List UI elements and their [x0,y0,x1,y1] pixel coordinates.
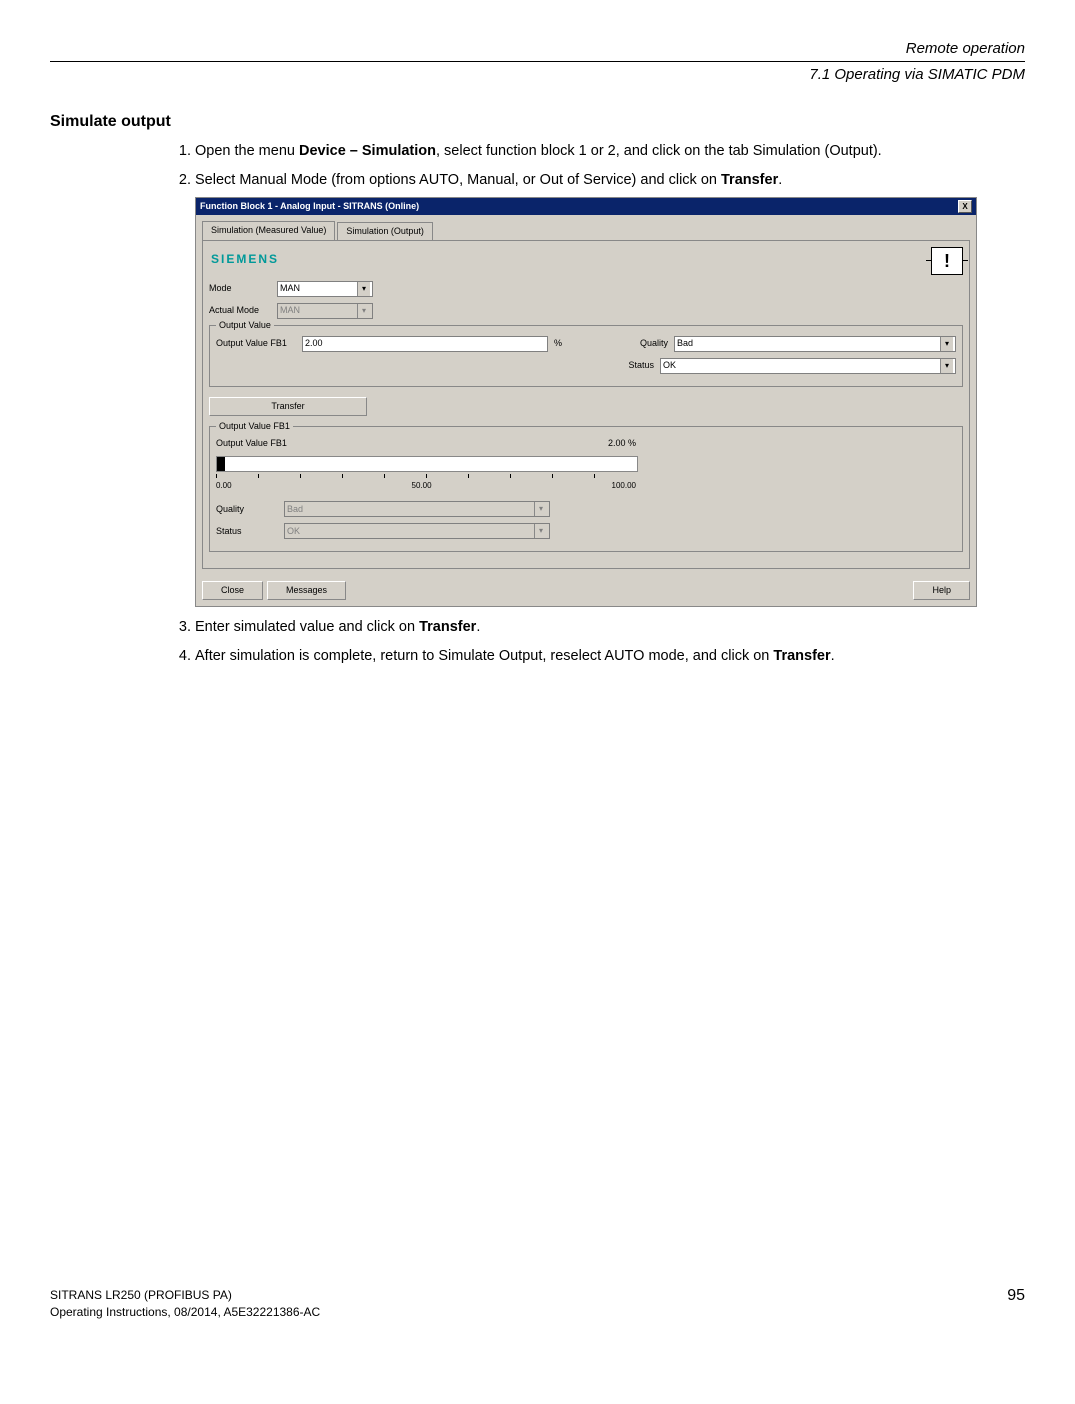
chevron-down-icon: ▾ [940,359,953,373]
scale-max: 100.00 [612,480,636,492]
scale-min: 0.00 [216,480,232,492]
close-button[interactable]: Close [202,581,263,600]
scale-mid: 50.00 [412,480,432,492]
chevron-down-icon: ▾ [357,282,370,296]
page-number: 95 [1007,1287,1025,1321]
section-title: 7.1 Operating via SIMATIC PDM [50,66,1025,83]
output-value-fb1-label: Output Value FB1 [216,337,296,350]
step-3: Enter simulated value and click on Trans… [195,617,1025,638]
transfer-button[interactable]: Transfer [209,397,367,416]
output-bar [216,456,638,472]
status-ro-label: Status [216,525,278,538]
chevron-down-icon: ▾ [357,304,370,318]
tab-simulation-output[interactable]: Simulation (Output) [337,222,433,241]
actual-mode-label: Actual Mode [209,304,271,317]
step-4: After simulation is complete, return to … [195,646,1025,667]
messages-button[interactable]: Messages [267,581,346,600]
actual-mode-select: MAN▾ [277,303,373,319]
status-label: Status [594,359,654,372]
warning-icon: ! [931,247,963,275]
mode-label: Mode [209,282,271,295]
footer-doc-info: SITRANS LR250 (PROFIBUS PA) Operating In… [50,1287,320,1321]
chevron-down-icon: ▾ [534,502,547,516]
page-title: Simulate output [50,113,1025,131]
percent-label: % [554,337,562,350]
help-button[interactable]: Help [913,581,970,600]
bar-label: Output Value FB1 [216,437,287,450]
output-value-input[interactable]: 2.00 [302,336,548,352]
dialog-title: Function Block 1 - Analog Input - SITRAN… [200,200,419,213]
close-icon[interactable]: X [958,200,972,213]
quality-readonly: Bad▾ [284,501,550,517]
output-value-group: Output Value Output Value FB1 2.00 % Qua… [209,325,963,387]
chevron-down-icon: ▾ [940,337,953,351]
mode-select[interactable]: MAN▾ [277,281,373,297]
step-1: Open the menu Device – Simulation, selec… [195,141,1025,162]
dialog-titlebar: Function Block 1 - Analog Input - SITRAN… [196,198,976,215]
simulation-dialog: Function Block 1 - Analog Input - SITRAN… [195,197,977,607]
chevron-down-icon: ▾ [534,524,547,538]
tab-measured-value[interactable]: Simulation (Measured Value) [202,221,335,240]
quality-select[interactable]: Bad▾ [674,336,956,352]
quality-label: Quality [608,337,668,350]
status-select[interactable]: OK▾ [660,358,956,374]
brand-logo: SIEMENS [211,251,963,268]
bar-value: 2.00 % [608,437,636,450]
step-2: Select Manual Mode (from options AUTO, M… [195,170,1025,607]
status-readonly: OK▾ [284,523,550,539]
quality-ro-label: Quality [216,503,278,516]
chapter-title: Remote operation [50,40,1025,62]
output-value-fb1-group: Output Value FB1 Output Value FB1 2.00 %… [209,426,963,553]
